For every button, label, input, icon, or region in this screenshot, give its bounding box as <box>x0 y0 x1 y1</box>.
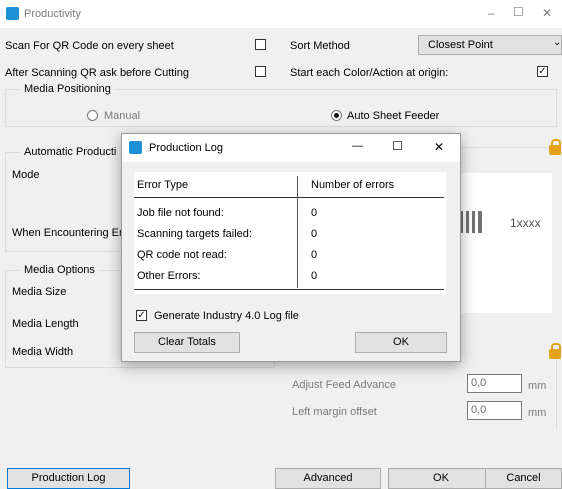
left-margin-unit: mm <box>528 407 547 419</box>
dialog-minimize-icon[interactable]: — <box>352 140 363 152</box>
title-bar: Productivity – ☐ ✕ <box>0 0 562 28</box>
manual-radio[interactable] <box>87 110 98 121</box>
app-icon <box>6 7 19 20</box>
scan-qr-label: Scan For QR Code on every sheet <box>5 40 174 52</box>
sort-method-label: Sort Method <box>290 40 350 52</box>
dialog-title: Production Log <box>149 142 223 154</box>
close-icon[interactable]: ✕ <box>542 6 552 20</box>
mode-label: Mode <box>12 169 40 181</box>
adjust-feed-label: Adjust Feed Advance <box>292 379 396 391</box>
when-encountering-label: When Encountering Er <box>12 227 123 239</box>
window-title: Productivity <box>24 8 81 20</box>
check-icon: ✓ <box>137 310 146 321</box>
table-row-label: Other Errors: <box>137 270 201 282</box>
table-bottom-divider <box>134 289 444 290</box>
dialog-ok-button[interactable]: OK <box>355 332 447 353</box>
table-row-label: Scanning targets failed: <box>137 228 252 240</box>
media-options-legend: Media Options <box>20 264 99 276</box>
table-row-value: 0 <box>311 249 318 261</box>
cancel-button[interactable]: Cancel <box>485 468 562 489</box>
maximize-icon[interactable]: ☐ <box>513 5 524 19</box>
column-header-number-of-errors: Number of errors <box>311 179 395 191</box>
app-icon <box>129 141 142 154</box>
table-row-label: Job file not found: <box>137 207 224 219</box>
dialog-maximize-icon[interactable]: ☐ <box>392 139 403 153</box>
production-log-button[interactable]: Production Log <box>7 468 130 489</box>
qr-preview-text: 1xxxx <box>510 216 541 230</box>
clear-totals-button[interactable]: Clear Totals <box>134 332 240 353</box>
ask-before-cut-checkbox[interactable] <box>255 66 266 77</box>
ask-before-cut-label: After Scanning QR ask before Cutting <box>5 67 190 79</box>
check-icon: ✓ <box>538 66 547 77</box>
media-width-label: Media Width <box>12 346 74 358</box>
qr-code-icon <box>460 211 482 233</box>
left-margin-input[interactable]: 0,0 <box>467 401 522 420</box>
ok-button[interactable]: OK <box>388 468 494 489</box>
table-row-value: 0 <box>311 270 318 282</box>
dialog-title-bar: Production Log — ☐ ✕ <box>122 134 460 162</box>
lock-icon[interactable] <box>549 343 561 359</box>
adjust-feed-input[interactable]: 0,0 <box>467 374 522 393</box>
header-divider <box>134 197 444 198</box>
manual-label: Manual <box>104 110 141 122</box>
start-origin-checkbox[interactable]: ✓ <box>537 66 548 77</box>
minimize-icon[interactable]: – <box>488 6 495 20</box>
media-positioning-legend: Media Positioning <box>20 83 115 95</box>
lock-icon[interactable] <box>549 139 561 155</box>
production-log-dialog: Production Log — ☐ ✕ Error Type Number o… <box>121 133 461 362</box>
adjust-feed-unit: mm <box>528 380 547 392</box>
media-size-label: Media Size <box>12 286 67 298</box>
left-margin-label: Left margin offset <box>292 406 377 418</box>
auto-sheet-feeder-label: Auto Sheet Feeder <box>347 110 440 122</box>
error-table: Error Type Number of errors Job file not… <box>134 172 446 294</box>
table-row-value: 0 <box>311 228 318 240</box>
media-length-label: Media Length <box>12 318 79 330</box>
chevron-down-icon: ⌄ <box>553 37 562 48</box>
start-origin-label: Start each Color/Action at origin: <box>290 67 449 79</box>
column-divider <box>297 176 298 288</box>
generate-log-label: Generate Industry 4.0 Log file <box>154 310 299 322</box>
advanced-button[interactable]: Advanced <box>275 468 381 489</box>
column-header-error-type: Error Type <box>137 179 189 191</box>
table-row-value: 0 <box>311 207 318 219</box>
sort-method-value: Closest Point <box>428 39 493 51</box>
generate-log-checkbox[interactable]: ✓ <box>136 310 147 321</box>
scan-qr-checkbox[interactable] <box>255 39 266 50</box>
table-row-label: QR code not read: <box>137 249 227 261</box>
automatic-production-legend: Automatic Producti <box>20 146 121 158</box>
auto-sheet-feeder-radio[interactable] <box>331 110 342 121</box>
dialog-close-icon[interactable]: ✕ <box>434 140 444 154</box>
sort-method-select[interactable]: Closest Point ⌄ <box>418 35 562 55</box>
